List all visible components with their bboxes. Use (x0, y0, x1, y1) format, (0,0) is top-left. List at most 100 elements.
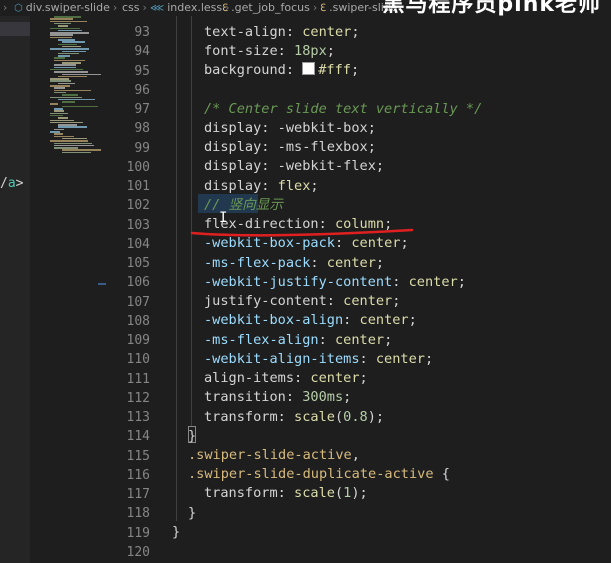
line-number: 114 (126, 429, 150, 445)
minimap-line (50, 36, 72, 39)
element-icon: ⬡ (14, 3, 23, 14)
minimap-line (50, 96, 82, 98)
minimap-line (62, 41, 85, 43)
minimap-line (62, 62, 81, 64)
indent-guide (176, 16, 177, 521)
code-line-119: } (172, 524, 181, 540)
color-swatch[interactable] (302, 62, 316, 75)
code-line-112: transition: 300ms; (204, 389, 352, 405)
minimap-line (54, 144, 94, 147)
scrollbar-marker (98, 283, 106, 285)
minimap-line (50, 20, 87, 23)
code-line-93: text-align: center; (204, 24, 360, 40)
explorer-active-row[interactable] (0, 22, 30, 36)
minimap-line (50, 114, 63, 117)
minimap-line (50, 112, 68, 115)
minimap-line (54, 59, 85, 62)
code-line-118: } (188, 505, 197, 521)
code-line-97: /* Center slide text vertically */ (204, 101, 483, 117)
code-line-98: display: -webkit-box; (204, 120, 376, 136)
line-number: 93 (134, 25, 150, 40)
minimap-line (58, 25, 68, 27)
code-line-108: -webkit-box-align: center; (204, 312, 417, 328)
line-number: 95 (134, 63, 150, 79)
symbol-icon: ℇ (222, 3, 229, 14)
line-number: 120 (126, 544, 150, 560)
minimap-line (50, 32, 89, 34)
breadcrumb-item-folder[interactable]: css › (122, 0, 150, 16)
minimap-line (54, 108, 63, 110)
breadcrumb-chevron: › (3, 1, 8, 14)
minimap-line (54, 89, 91, 92)
braces-icon: ⋘ (150, 3, 165, 14)
line-number: 113 (126, 410, 150, 425)
minimap-line (54, 87, 65, 89)
minimap-line (54, 22, 71, 25)
symbol-icon: ℇ (320, 3, 327, 14)
minimap-line (58, 82, 75, 85)
code-line-99: display: -ms-flexbox; (204, 139, 376, 155)
code-line-109: -ms-flex-align: center; (204, 332, 393, 348)
breadcrumb-item-file[interactable]: ⋘ index.less › (150, 0, 233, 16)
minimap-line (62, 137, 87, 140)
minimap-line (54, 135, 74, 138)
minimap-line (54, 57, 65, 59)
code-line-111: align-items: center; (204, 370, 368, 386)
line-number: 101 (126, 179, 150, 194)
minimap-line (58, 124, 77, 126)
line-number: 116 (126, 467, 150, 483)
explorer-panel[interactable] (0, 16, 30, 563)
code-line-105: -ms-flex-pack: center; (204, 255, 385, 271)
minimap-line (50, 119, 74, 121)
line-number: 117 (126, 487, 150, 502)
minimap-line (54, 142, 92, 144)
line-number: 94 (134, 44, 150, 60)
minimap-line (50, 140, 88, 142)
code-line-113: transform: scale(0.8); (204, 409, 385, 425)
minimap-line (62, 151, 91, 154)
minimap-line (50, 18, 73, 20)
outline-tag-fragment: /a> (0, 176, 24, 191)
breadcrumb-item-selector[interactable]: ℇ .get_job_focus › (222, 0, 320, 16)
minimap-line (50, 48, 89, 50)
minimap[interactable] (44, 16, 110, 156)
breadcrumb-item-element[interactable]: ⬡ div.swiper-slide › (14, 0, 120, 16)
line-number: 119 (126, 525, 150, 541)
minimap-line (62, 45, 81, 48)
code-line-107: justify-content: center; (204, 293, 401, 309)
code-line-114: } (188, 428, 197, 444)
minimap-line (58, 55, 70, 57)
line-number: 102 (126, 198, 150, 214)
minimap-line (54, 133, 63, 135)
line-number: 97 (134, 102, 150, 117)
line-number: 98 (134, 121, 150, 137)
line-number: 100 (126, 159, 150, 175)
minimap-line (50, 68, 83, 71)
line-number: 105 (126, 256, 150, 271)
minimap-line (62, 50, 86, 52)
minimap-line (62, 101, 75, 103)
minimap-line (50, 131, 60, 133)
minimap-line (50, 121, 83, 124)
minimap-line (50, 78, 69, 80)
line-number: 104 (126, 236, 150, 252)
minimap-line (54, 71, 88, 73)
line-number: 106 (126, 275, 150, 291)
line-number: 99 (134, 140, 150, 156)
indent-guide (191, 16, 192, 426)
watermark: 黑马程序员pink老师 (382, 0, 601, 17)
line-number: 96 (134, 82, 150, 98)
minimap-line (58, 52, 79, 55)
line-number: 103 (126, 217, 150, 233)
code-line-115: .swiper-slide-active, (188, 447, 360, 463)
minimap-line (58, 98, 95, 101)
minimap-line (54, 64, 76, 66)
minimap-line (54, 91, 66, 94)
code-line-110: -webkit-align-items: center; (204, 351, 434, 367)
code-line-102: // 竖向显示 (204, 197, 283, 213)
minimap-line (54, 110, 64, 112)
minimap-line (58, 117, 68, 119)
minimap-line (50, 80, 71, 82)
line-number: 112 (126, 390, 150, 406)
minimap-line (62, 73, 101, 75)
